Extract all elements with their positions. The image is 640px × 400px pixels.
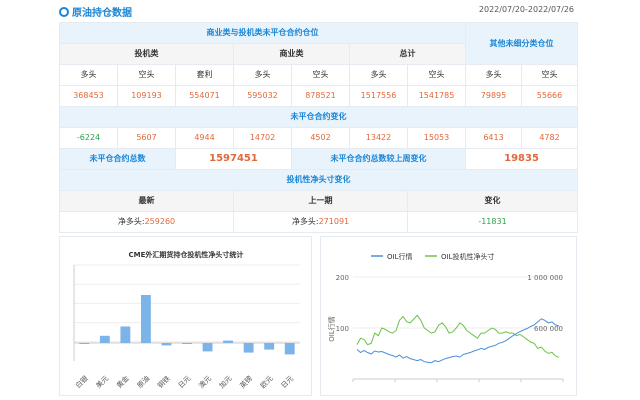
spec-latest: 净多头:259260 xyxy=(59,211,234,233)
group-speculative: 投机类 xyxy=(59,43,234,65)
change-value: 4782 xyxy=(521,127,579,149)
legend-label: OIL投机性净头寸 xyxy=(441,252,494,261)
x-tick-label: 黄金 xyxy=(115,374,131,390)
x-tick-label: 原油 xyxy=(135,374,151,390)
position-value: 55666 xyxy=(521,85,579,107)
y-axis-label: OIL行情 xyxy=(327,316,336,341)
change-value: 6413 xyxy=(465,127,523,149)
bar xyxy=(264,343,275,350)
x-tick-label: 白银 xyxy=(73,374,89,390)
weekly-change-label: 未平仓合约总数较上周变化 xyxy=(290,148,467,170)
total-value: 1597451 xyxy=(175,148,292,170)
spec-change-value: -11831 xyxy=(406,211,579,233)
x-tick-label: 澳元 xyxy=(197,374,213,390)
left-tick-label: 200 xyxy=(336,274,349,282)
subheader-cell: 空头 xyxy=(521,64,579,86)
position-value: 878521 xyxy=(291,85,350,107)
main-title: 商业类与投机类未平仓合约仓位 xyxy=(58,22,467,44)
change-value: 13422 xyxy=(349,127,408,149)
bar-chart-title: CME外汇期货持仓投机性净头寸统计 xyxy=(129,250,244,259)
subheader-cell: 空头 xyxy=(406,64,467,86)
change-value: 4502 xyxy=(291,127,350,149)
spec-header-change: 变化 xyxy=(406,190,579,212)
latest-value: 259260 xyxy=(144,217,176,226)
bar-chart-panel: CME外汇期货持仓投机性净头寸统计 白银 美元 黄金 原油 铜铁 日元 澳元 加元 英镑 欧元 日元 xyxy=(59,236,312,396)
bar xyxy=(140,295,151,343)
position-value: 595032 xyxy=(233,85,292,107)
x-tick-label: 日元 xyxy=(177,374,193,390)
positions-table: 商业类与投机类未平仓合约仓位 其他未细分类仓位 投机类 商业类 总计 多头 空头… xyxy=(58,22,579,233)
change-value: 15053 xyxy=(406,127,467,149)
subheader-cell: 多头 xyxy=(465,64,523,86)
bar xyxy=(99,335,110,343)
position-value: 109193 xyxy=(117,85,176,107)
group-commercial: 商业类 xyxy=(233,43,350,65)
spec-header-previous: 上一期 xyxy=(233,190,408,212)
total-label: 未平仓合约总数 xyxy=(59,148,176,170)
series-line-position xyxy=(356,314,560,358)
spec-previous: 净多头:271091 xyxy=(233,211,408,233)
bar xyxy=(79,343,90,344)
section-title: 原油持仓数据 xyxy=(72,8,132,19)
change-value: -6224 xyxy=(59,127,118,149)
section-header: 原油持仓数据 2022/07/20-2022/07/26 xyxy=(0,0,640,22)
right-tick-label: 1 000 000 xyxy=(527,274,563,282)
subheader-cell: 多头 xyxy=(349,64,408,86)
legend-label: OIL行情 xyxy=(387,252,412,261)
position-value: 368453 xyxy=(59,85,118,107)
change-title: 未平仓合约变化 xyxy=(58,106,579,128)
bar xyxy=(223,340,234,343)
bar xyxy=(120,326,131,343)
x-tick-label: 英镑 xyxy=(238,374,254,390)
x-tick-label: 加元 xyxy=(217,374,233,390)
subheader-cell: 套利 xyxy=(175,64,234,86)
position-value: 554071 xyxy=(175,85,234,107)
other-title: 其他未细分类仓位 xyxy=(465,22,579,65)
x-tick-label: 美元 xyxy=(94,374,110,390)
previous-value: 271091 xyxy=(318,217,350,226)
latest-prefix: 净多头: xyxy=(117,217,145,226)
group-total: 总计 xyxy=(348,43,467,65)
circle-icon xyxy=(59,7,69,17)
subheader-cell: 空头 xyxy=(117,64,176,86)
bar xyxy=(202,343,213,352)
x-tick-label: 欧元 xyxy=(258,374,274,390)
x-tick-label: 铜铁 xyxy=(156,374,172,390)
bar xyxy=(161,343,172,346)
change-value: 5607 xyxy=(117,127,176,149)
subheader-cell: 多头 xyxy=(233,64,292,86)
date-range: 2022/07/20-2022/07/26 xyxy=(478,5,574,14)
line-chart-panel: OIL行情 OIL投机性净头寸 200 100 1 000 000 600 000 OIL行… xyxy=(320,236,577,396)
previous-prefix: 净多头: xyxy=(291,217,319,226)
position-value: 1517556 xyxy=(349,85,408,107)
change-value: 4944 xyxy=(175,127,234,149)
bar xyxy=(243,343,254,353)
weekly-change-value: 19835 xyxy=(465,148,579,170)
bar xyxy=(182,343,192,344)
position-value: 1541785 xyxy=(406,85,467,107)
spec-title: 投机性净头寸变化 xyxy=(58,169,579,191)
subheader-cell: 多头 xyxy=(59,64,118,86)
spec-header-latest: 最新 xyxy=(59,190,234,212)
left-tick-label: 100 xyxy=(336,325,349,333)
x-tick-label: 日元 xyxy=(280,374,296,390)
position-value: 79895 xyxy=(465,85,523,107)
subheader-cell: 空头 xyxy=(291,64,350,86)
bar xyxy=(284,343,295,355)
bar-chart: CME外汇期货持仓投机性净头寸统计 白银 美元 黄金 原油 铜铁 日元 澳元 加元 英镑 欧元 日元 xyxy=(73,250,300,390)
line-chart: OIL行情 OIL投机性净头寸2001001 000 000600 000OIL行… xyxy=(327,252,564,382)
change-value: 14702 xyxy=(233,127,292,149)
